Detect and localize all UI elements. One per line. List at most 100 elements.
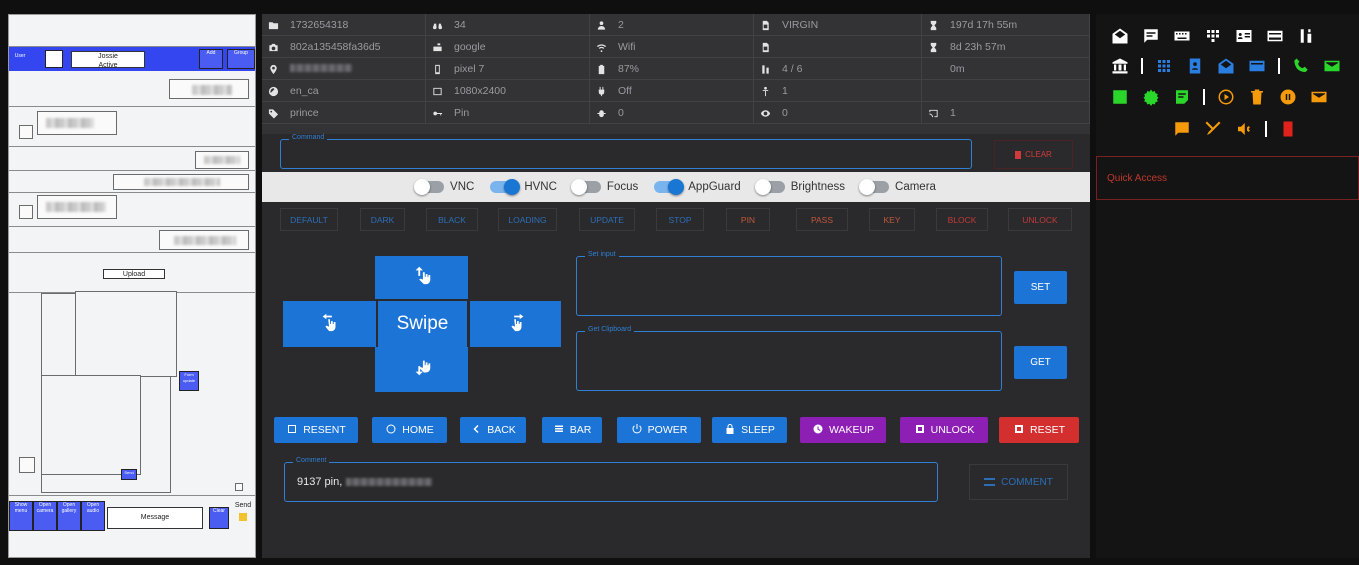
user-avatar[interactable]: [45, 50, 63, 68]
bar-button[interactable]: BAR: [542, 417, 602, 443]
quick-access-box[interactable]: Quick Access: [1096, 156, 1359, 200]
hvnc-switch[interactable]: [490, 179, 521, 195]
message-icon[interactable]: [1141, 26, 1161, 46]
get-clipboard-textarea[interactable]: Get Clipboard: [576, 326, 1002, 391]
mail-blue-icon[interactable]: [1216, 56, 1236, 76]
preview-row: [9, 71, 255, 107]
camera-switch[interactable]: [859, 179, 890, 195]
group-button[interactable]: Group: [227, 49, 255, 69]
clear-button-label: CLEAR: [1025, 150, 1052, 159]
swipe-button[interactable]: Swipe: [378, 301, 467, 347]
mail-alert-icon[interactable]: [1309, 87, 1329, 107]
mute-icon[interactable]: [1234, 119, 1254, 139]
command-input[interactable]: Command: [280, 134, 972, 169]
home-button[interactable]: HOME: [372, 417, 447, 443]
delete-red-icon[interactable]: [1278, 119, 1298, 139]
circle-icon: [385, 423, 397, 438]
dark-button[interactable]: DARK: [360, 208, 405, 231]
preview-checkbox[interactable]: [19, 125, 33, 139]
toggle-vnc[interactable]: VNC: [414, 179, 474, 195]
black-button[interactable]: BLACK: [426, 208, 478, 231]
stop-button[interactable]: STOP: [656, 208, 704, 231]
preview-checkbox[interactable]: [19, 205, 33, 219]
bar-label: BAR: [569, 424, 592, 436]
set-input-textarea[interactable]: Set input: [576, 251, 1002, 316]
wakeup-button[interactable]: WAKEUP: [800, 417, 886, 443]
permissions-tool-icon[interactable]: [1296, 26, 1316, 46]
toggle-hvnc[interactable]: HVNC: [490, 179, 557, 195]
card-blue-icon[interactable]: [1247, 56, 1267, 76]
block-button[interactable]: BLOCK: [936, 208, 988, 231]
info-network: Wifi: [590, 36, 754, 58]
default-button[interactable]: DEFAULT: [280, 208, 338, 231]
mail-open-icon[interactable]: [1110, 26, 1130, 46]
show-menu-button[interactable]: Show menu: [9, 501, 33, 531]
toggle-focus[interactable]: Focus: [570, 179, 638, 195]
contact-card-icon[interactable]: [1234, 26, 1254, 46]
comment-button[interactable]: COMMENT: [969, 464, 1068, 500]
toggle-appguard[interactable]: AppGuard: [654, 179, 741, 195]
pass-button[interactable]: PASS: [796, 208, 848, 231]
resent-button[interactable]: RESENT: [274, 417, 358, 443]
send-small-button[interactable]: Send: [121, 469, 137, 480]
comment-button-label: COMMENT: [1001, 476, 1053, 488]
toggle-camera[interactable]: Camera: [859, 179, 936, 195]
swipe-down-button[interactable]: [375, 347, 468, 392]
email-green-icon[interactable]: [1322, 56, 1342, 76]
preview-row: [9, 227, 255, 253]
reset-button[interactable]: RESET: [999, 417, 1079, 443]
resize-handle[interactable]: [235, 483, 243, 491]
preview-checkbox[interactable]: [19, 457, 35, 473]
swipe-right-button[interactable]: [470, 301, 561, 347]
settings-gear-icon[interactable]: [1141, 87, 1161, 107]
message-input[interactable]: Message: [107, 507, 203, 529]
comment-input[interactable]: Comment 9137 pin,: [284, 457, 938, 502]
set-button[interactable]: SET: [1014, 271, 1067, 304]
power-button[interactable]: POWER: [617, 417, 701, 443]
tools-icon[interactable]: [1203, 119, 1223, 139]
swipe-up-button[interactable]: [375, 256, 468, 299]
clear-button[interactable]: CLEAR: [994, 140, 1073, 169]
pin-button[interactable]: PIN: [726, 208, 770, 231]
chat-orange-icon[interactable]: [1172, 119, 1192, 139]
appguard-switch[interactable]: [654, 179, 685, 195]
comment-value: 9137 pin,: [297, 476, 343, 488]
add-button[interactable]: Add: [199, 49, 223, 69]
brightness-switch[interactable]: [754, 179, 785, 195]
toggle-brightness[interactable]: Brightness: [754, 179, 845, 195]
open-camera-button[interactable]: Open camera: [33, 501, 57, 531]
feature-toggles: VNC HVNC Focus AppGuard Brightness Camer…: [262, 172, 1090, 202]
send-message-button[interactable]: Send: [231, 501, 255, 531]
play-circle-icon[interactable]: [1216, 87, 1236, 107]
trash-orange-icon[interactable]: [1247, 87, 1267, 107]
sleep-button[interactable]: SLEEP: [712, 417, 787, 443]
grid-icon[interactable]: [1154, 56, 1174, 76]
photo-edit-icon[interactable]: [1110, 87, 1130, 107]
unlock-button[interactable]: UNLOCK: [1008, 208, 1072, 231]
open-gallery-button[interactable]: Open gallery: [57, 501, 81, 531]
hourglass-icon: [922, 40, 944, 54]
pause-circle-icon[interactable]: [1278, 87, 1298, 107]
keyboard-icon[interactable]: [1172, 26, 1192, 46]
contacts-icon[interactable]: [1185, 56, 1205, 76]
update-button[interactable]: UPDATE: [579, 208, 635, 231]
phone-call-icon[interactable]: [1291, 56, 1311, 76]
credit-card-icon[interactable]: [1265, 26, 1285, 46]
focus-switch[interactable]: [570, 179, 601, 195]
unlock-action-button[interactable]: UNLOCK: [900, 417, 988, 443]
loading-button[interactable]: LOADING: [498, 208, 557, 231]
get-button[interactable]: GET: [1014, 346, 1067, 379]
users-icon: [590, 18, 612, 32]
back-button[interactable]: BACK: [460, 417, 526, 443]
upload-button[interactable]: Upload: [103, 269, 165, 279]
swipe-left-button[interactable]: [283, 301, 376, 347]
form-update-button[interactable]: Form update: [179, 371, 199, 391]
clear-message-button[interactable]: Clear: [209, 507, 229, 529]
user-name-button[interactable]: Jossie Active: [71, 51, 145, 69]
key-button[interactable]: KEY: [869, 208, 915, 231]
bank-icon[interactable]: [1110, 56, 1130, 76]
vnc-switch[interactable]: [414, 179, 445, 195]
dialpad-icon[interactable]: [1203, 26, 1223, 46]
open-audio-button[interactable]: Open audio: [81, 501, 105, 531]
note-icon[interactable]: [1172, 87, 1192, 107]
